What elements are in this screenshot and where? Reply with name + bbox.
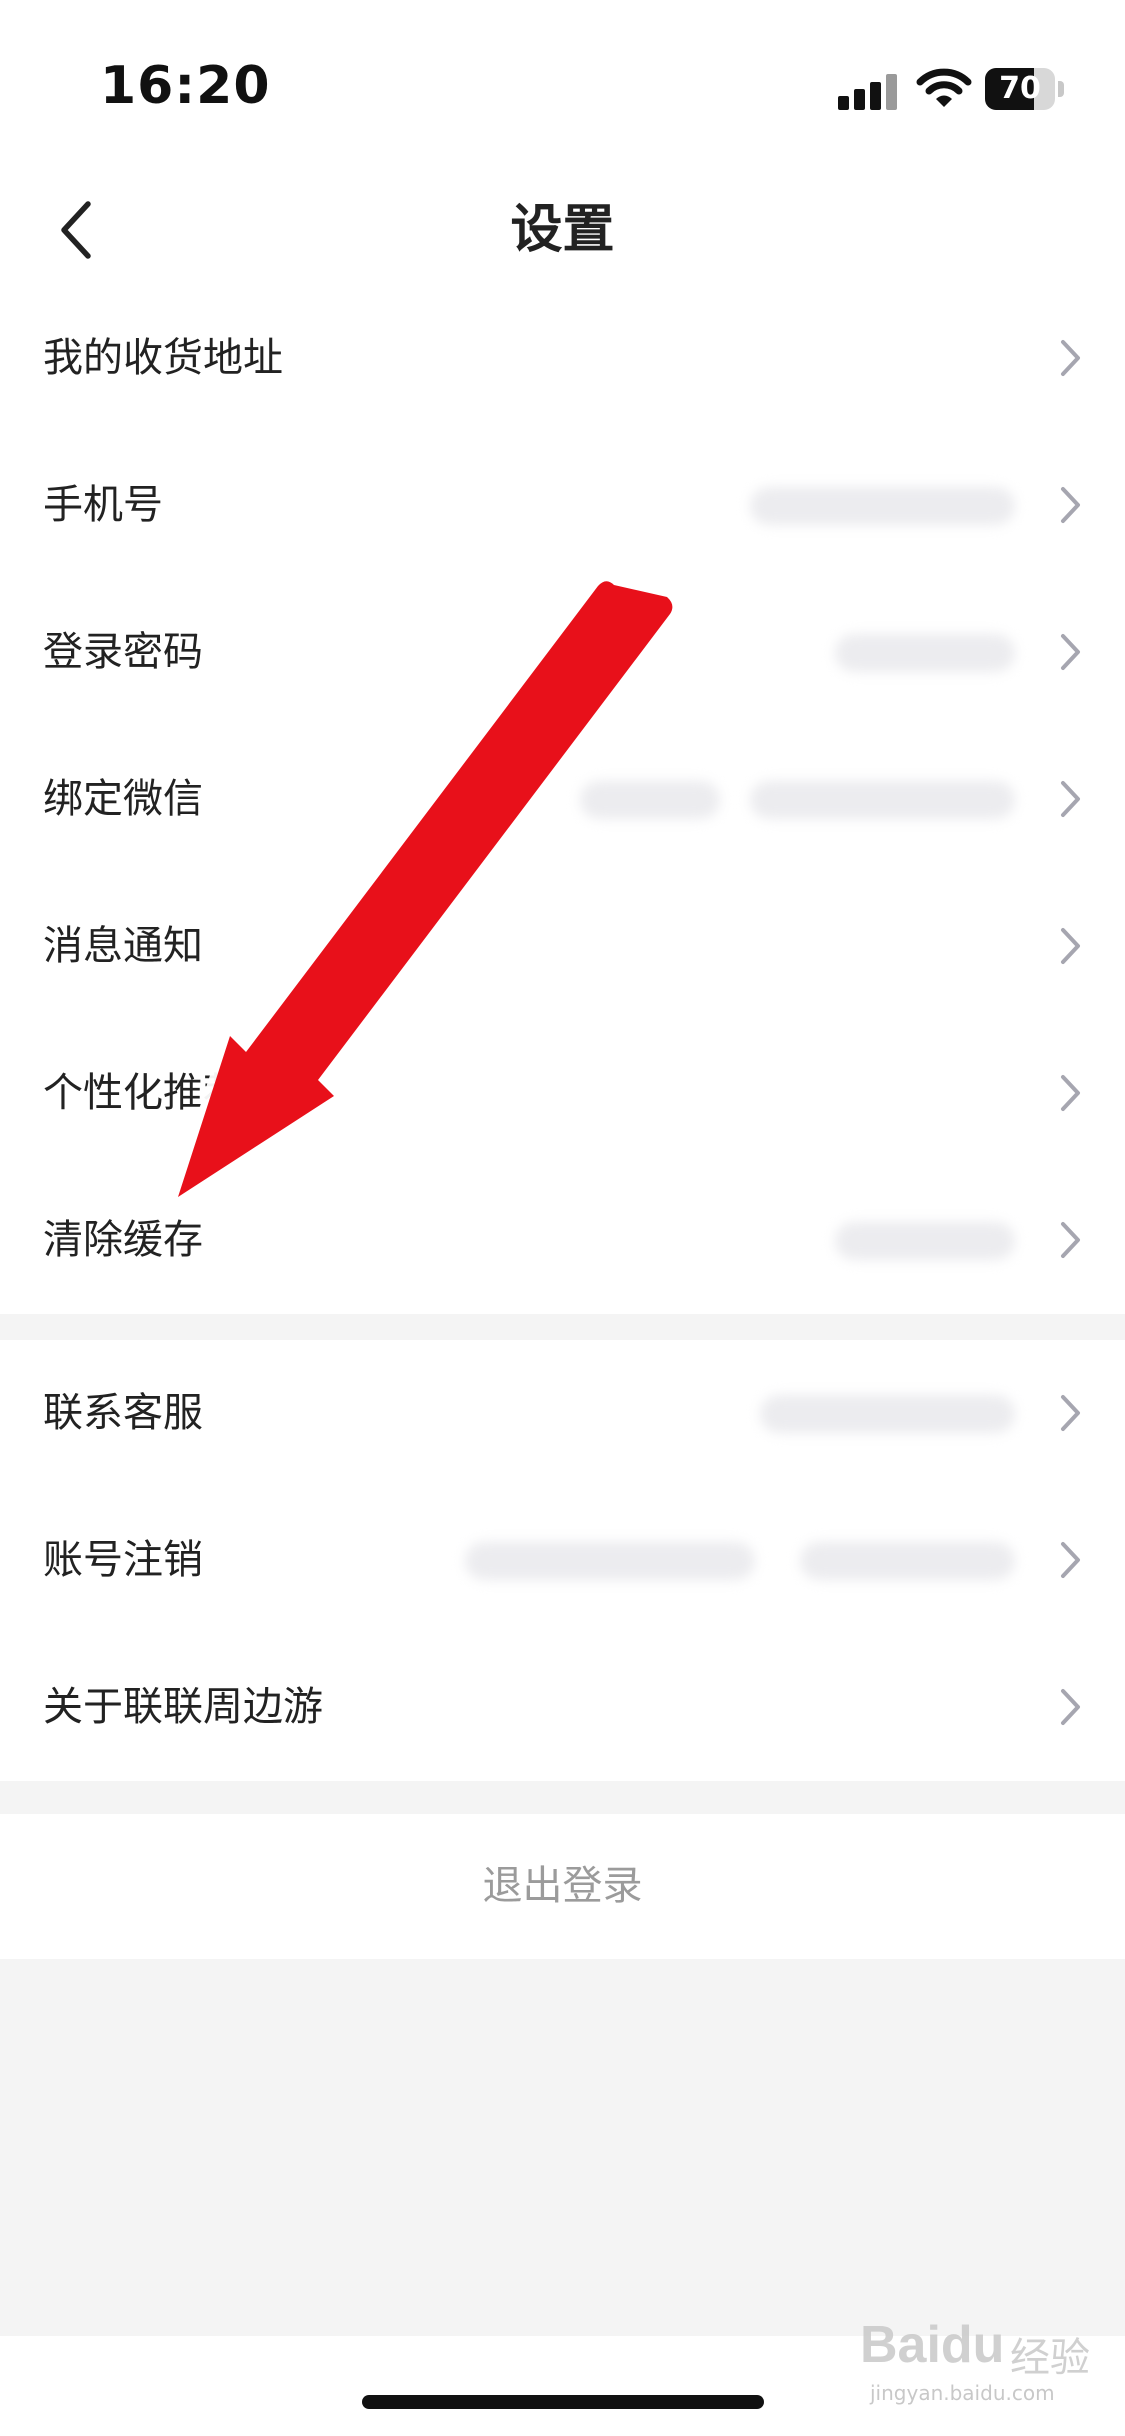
home-indicator[interactable] xyxy=(362,2395,764,2409)
row-label: 我的收货地址 xyxy=(43,335,283,381)
status-bar: 16:20 70 xyxy=(0,0,1125,170)
battery-icon: 70 xyxy=(985,68,1065,110)
blurred-wechat-name xyxy=(580,781,720,819)
chevron-right-icon xyxy=(1061,487,1080,523)
blurred-account-status xyxy=(800,1542,1015,1580)
chevron-right-icon xyxy=(1061,1222,1080,1258)
settings-row-delete-account[interactable]: 账号注销 xyxy=(0,1487,1125,1634)
settings-group-account: 我的收货地址 手机号 登录密码 绑定微信 消息通知 个性化推荐 清除缓存 xyxy=(0,285,1125,1314)
page-background xyxy=(0,1959,1125,2336)
row-label: 关于联联周边游 xyxy=(43,1684,323,1730)
settings-row-personalization[interactable]: 个性化推荐 xyxy=(0,1020,1125,1167)
blurred-cache-size xyxy=(835,1222,1015,1260)
watermark-brand: Baidu xyxy=(860,2316,1005,2374)
row-label: 登录密码 xyxy=(43,629,203,675)
settings-row-wechat[interactable]: 绑定微信 xyxy=(0,726,1125,873)
row-label: 消息通知 xyxy=(43,923,203,969)
chevron-right-icon xyxy=(1061,928,1080,964)
chevron-right-icon xyxy=(1061,1075,1080,1111)
wifi-icon xyxy=(916,68,972,107)
watermark-brand-suffix: 经验 xyxy=(1010,2335,1090,2381)
battery-percent: 70 xyxy=(999,71,1041,106)
row-label: 个性化推荐 xyxy=(43,1070,243,1116)
row-label: 账号注销 xyxy=(43,1537,203,1583)
row-label: 手机号 xyxy=(43,482,163,528)
settings-row-phone[interactable]: 手机号 xyxy=(0,432,1125,579)
chevron-right-icon xyxy=(1061,1542,1080,1578)
row-label: 绑定微信 xyxy=(43,776,203,822)
chevron-right-icon xyxy=(1061,1395,1080,1431)
settings-row-about[interactable]: 关于联联周边游 xyxy=(0,1634,1125,1781)
section-divider xyxy=(0,1314,1125,1340)
baidu-watermark: Baidu 经验 jingyan.baidu.com xyxy=(860,2315,1110,2415)
blurred-password-value xyxy=(835,634,1015,672)
row-label: 联系客服 xyxy=(43,1390,203,1436)
settings-row-address[interactable]: 我的收货地址 xyxy=(0,285,1125,432)
logout-label: 退出登录 xyxy=(482,1863,643,1909)
blurred-service-hours xyxy=(760,1395,1015,1433)
chevron-right-icon xyxy=(1061,634,1080,670)
section-divider xyxy=(0,1781,1125,1814)
settings-row-notifications[interactable]: 消息通知 xyxy=(0,873,1125,1020)
chevron-left-icon[interactable] xyxy=(50,192,110,268)
chevron-right-icon xyxy=(1061,340,1080,376)
logout-button[interactable]: 退出登录 xyxy=(0,1814,1125,1959)
nav-bar: 设置 xyxy=(0,170,1125,290)
settings-row-clear-cache[interactable]: 清除缓存 xyxy=(0,1167,1125,1314)
blurred-wechat-status xyxy=(750,781,1015,819)
page-title: 设置 xyxy=(510,200,615,260)
settings-row-customer-service[interactable]: 联系客服 xyxy=(0,1340,1125,1487)
watermark-url: jingyan.baidu.com xyxy=(870,2381,1055,2405)
status-time: 16:20 xyxy=(100,56,271,116)
chevron-right-icon xyxy=(1061,1689,1080,1725)
cellular-signal-icon xyxy=(838,74,900,110)
settings-row-password[interactable]: 登录密码 xyxy=(0,579,1125,726)
row-label: 清除缓存 xyxy=(43,1217,203,1263)
blurred-phone-value xyxy=(750,487,1015,525)
settings-group-support: 联系客服 账号注销 关于联联周边游 xyxy=(0,1340,1125,1781)
chevron-right-icon xyxy=(1061,781,1080,817)
blurred-account-hint xyxy=(465,1542,755,1580)
